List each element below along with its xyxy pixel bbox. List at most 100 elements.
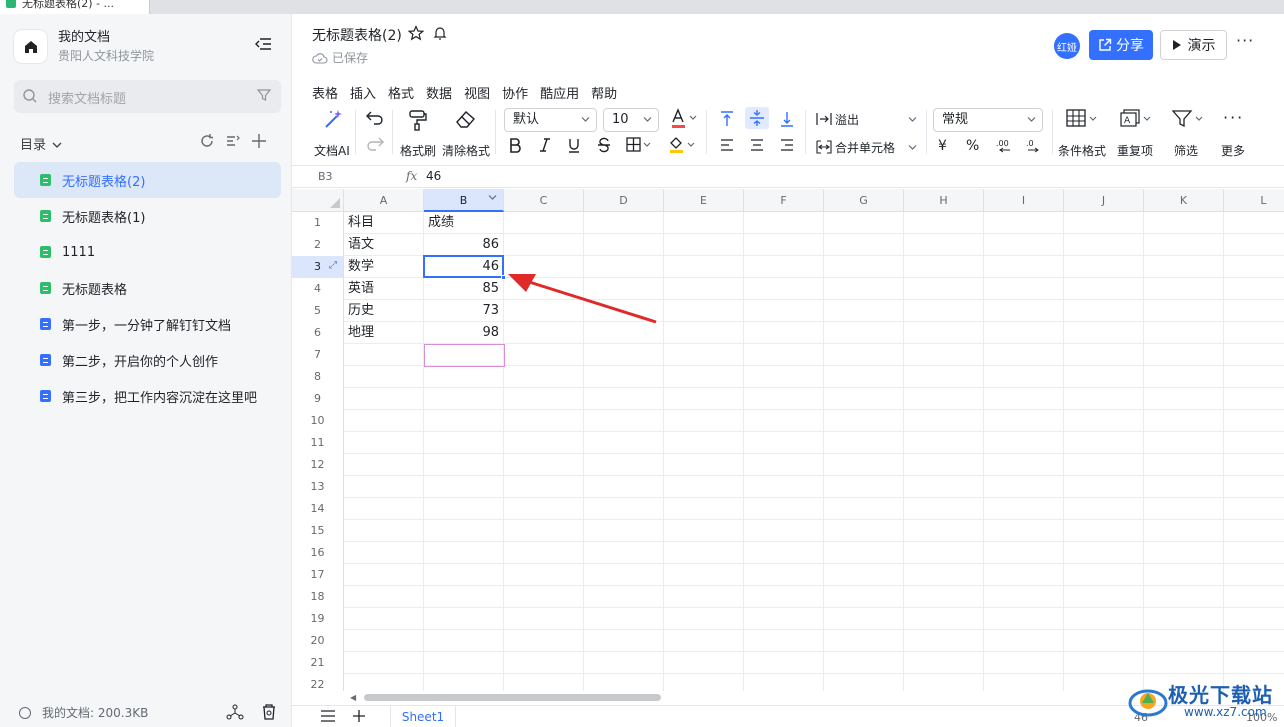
row-header[interactable]: 16 [292,542,344,564]
menu-item[interactable]: 插入 [350,83,376,102]
font-size-select[interactable]: 10 [603,108,659,132]
align-center-icon[interactable] [750,138,764,152]
sheet-tab[interactable]: Sheet1 [390,706,456,727]
merge-cells-select[interactable]: 合并单元格 [816,139,920,155]
column-header[interactable]: J [1064,189,1144,212]
menu-item[interactable]: 表格 [312,83,338,102]
align-left-icon[interactable] [720,138,734,152]
italic-icon[interactable] [538,137,552,153]
menu-item[interactable]: 视图 [464,83,490,102]
row-header[interactable]: 2 [292,234,344,256]
row-header[interactable]: 14 [292,498,344,520]
row-header[interactable]: 15 [292,520,344,542]
ai-button[interactable] [322,108,344,130]
avatar[interactable]: 红娅 [1054,33,1080,59]
undo-icon[interactable] [366,110,384,126]
row-header[interactable]: 21 [292,652,344,674]
align-top-icon[interactable] [720,111,734,127]
column-header[interactable]: L [1224,189,1284,212]
scroll-left-icon[interactable]: ◀ [350,693,356,702]
column-header[interactable]: K [1144,189,1224,212]
document-title[interactable]: 无标题表格(2) [312,25,402,45]
document-list-item[interactable]: 第三步，把工作内容沉淀在这里吧 [14,378,281,414]
cell[interactable]: 成绩 [424,212,504,234]
column-header[interactable]: D [584,189,664,212]
menu-item[interactable]: 酷应用 [540,83,579,102]
document-list-item[interactable]: 1111 [14,234,281,270]
search-box[interactable]: 搜索文档标题 [14,80,281,113]
column-menu-icon[interactable] [488,194,497,201]
row-header[interactable]: 10 [292,410,344,432]
row-header[interactable]: 18 [292,586,344,608]
font-family-select[interactable]: 默认 [504,108,597,132]
document-list-item[interactable]: 无标题表格(1) [14,198,281,234]
row-header[interactable]: 9 [292,388,344,410]
document-list-item[interactable]: 无标题表格(2) [14,162,281,198]
cell[interactable]: 语文 [344,234,424,256]
document-list-item[interactable]: 第二步，开启你的个人创作 [14,342,281,378]
sheet-list-icon[interactable] [320,709,336,723]
conditional-format-button[interactable] [1066,109,1100,129]
menu-item[interactable]: 协作 [502,83,528,102]
spreadsheet-grid[interactable]: A B C D E F G H I J K L 1 2 3 4 5 6 7 8 9 10 11 12 13 14 15 16 17 18 1… [292,189,1284,691]
row-header[interactable]: 13 [292,476,344,498]
present-button[interactable]: 演示 [1160,30,1227,60]
format-painter-icon[interactable] [408,109,428,131]
browser-tab[interactable]: 无标题表格(2) - ... [0,0,150,14]
fill-color-button[interactable] [668,136,698,154]
cell[interactable]: 历史 [344,300,424,322]
document-list-item[interactable]: 第一步，一分钟了解钉钉文档 [14,306,281,342]
formula-input[interactable]: 46 [426,169,441,183]
decrease-decimal-icon[interactable]: .00 [996,137,1014,153]
row-header[interactable]: 1 [292,212,344,234]
cell[interactable]: 73 [424,300,504,322]
strikethrough-icon[interactable] [597,137,611,153]
cell[interactable]: 85 [424,278,504,300]
sort-icon[interactable] [225,133,241,149]
column-header[interactable]: G [824,189,904,212]
font-color-button[interactable] [670,108,700,130]
row-header[interactable]: 5 [292,300,344,322]
menu-item[interactable]: 帮助 [591,83,617,102]
row-header[interactable]: 12 [292,454,344,476]
row-header[interactable]: 19 [292,608,344,630]
redo-icon[interactable] [366,136,384,152]
menu-item[interactable]: 格式 [388,83,414,102]
align-bottom-icon[interactable] [780,111,794,127]
currency-icon[interactable]: ¥ [938,138,947,154]
expand-row-icon[interactable]: ⤢ [329,260,337,271]
share-button[interactable]: 分享 [1089,30,1153,60]
duplicates-button[interactable]: A [1120,109,1154,129]
border-button[interactable] [626,137,654,153]
cell[interactable]: 86 [424,234,504,256]
collapse-sidebar-icon[interactable] [254,36,272,52]
eraser-icon[interactable] [454,109,478,129]
star-icon[interactable] [408,25,424,41]
underline-icon[interactable] [567,137,581,153]
add-sheet-icon[interactable] [352,709,366,723]
align-right-icon[interactable] [780,138,794,152]
filter-button[interactable] [1172,109,1206,129]
cell[interactable]: 科目 [344,212,424,234]
row-header[interactable]: 6 [292,322,344,344]
share-network-icon[interactable] [226,703,244,721]
row-header[interactable]: 8 [292,366,344,388]
directory-toggle[interactable]: 目录 [20,134,62,153]
cell[interactable]: 地理 [344,322,424,344]
trash-icon[interactable] [260,703,278,721]
increase-decimal-icon[interactable]: .0 [1024,137,1042,153]
cell[interactable]: 英语 [344,278,424,300]
column-header[interactable]: A [344,189,424,212]
cell-reference[interactable]: B3 [318,170,333,183]
align-middle-button[interactable] [745,107,769,129]
scrollbar-thumb[interactable] [364,694,661,701]
menu-item[interactable]: 数据 [426,83,452,102]
filter-icon[interactable] [257,88,271,102]
row-header[interactable]: 11 [292,432,344,454]
text-overflow-select[interactable]: 溢出 [816,111,920,127]
document-list-item[interactable]: 无标题表格 [14,270,281,306]
row-header[interactable]: 17 [292,564,344,586]
column-header[interactable]: F [744,189,824,212]
cell[interactable]: 数学 [344,256,424,278]
row-header[interactable]: 22 [292,674,344,691]
